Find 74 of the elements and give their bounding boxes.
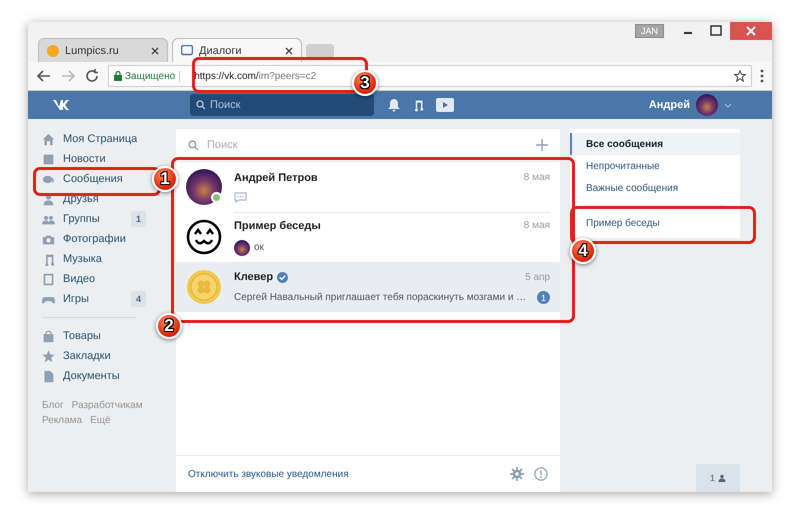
camera-icon bbox=[42, 232, 55, 246]
sidebar-item[interactable]: Закладки bbox=[42, 349, 146, 363]
person-icon bbox=[718, 474, 726, 482]
lock-icon bbox=[114, 71, 122, 81]
video-play-icon[interactable] bbox=[436, 98, 454, 112]
music-note-icon[interactable] bbox=[412, 98, 424, 112]
mute-sounds-link[interactable]: Отключить звуковые уведомления bbox=[188, 468, 500, 480]
chat-filter-item[interactable]: Пример беседы bbox=[570, 212, 740, 234]
dialog-name: Пример беседы bbox=[234, 220, 321, 232]
search-icon bbox=[188, 140, 199, 150]
chat-bubble-icon bbox=[234, 192, 247, 202]
sidebar-item[interactable]: Фотографии bbox=[42, 232, 146, 246]
star-icon bbox=[42, 350, 55, 362]
user-name[interactable]: Андрей bbox=[648, 99, 690, 111]
browser-tab[interactable]: Диалоги bbox=[172, 38, 302, 62]
header-search-field[interactable]: Поиск bbox=[190, 94, 374, 116]
tab-title: Lumpics.ru bbox=[65, 44, 120, 56]
smiley-avatar-icon bbox=[186, 219, 222, 255]
info-icon[interactable] bbox=[534, 467, 548, 481]
bag-icon bbox=[42, 330, 55, 342]
clover-coin-icon bbox=[186, 269, 222, 305]
unread-badge: 1 bbox=[537, 291, 550, 304]
sidebar-item[interactable]: Видео bbox=[42, 272, 146, 286]
close-tab-icon[interactable] bbox=[151, 46, 159, 54]
dialog-name: Андрей Петров bbox=[234, 172, 318, 184]
settings-icon[interactable] bbox=[510, 467, 524, 481]
plus-icon[interactable] bbox=[536, 139, 548, 151]
new-tab-button[interactable] bbox=[306, 44, 334, 58]
filter-item[interactable]: Непрочитанные bbox=[570, 155, 740, 177]
filter-item[interactable]: Важные сообщения bbox=[570, 177, 740, 199]
online-counter[interactable]: 1 bbox=[696, 464, 740, 492]
dialog-date: 8 мая bbox=[524, 220, 550, 231]
search-icon bbox=[196, 100, 206, 110]
dialog-date: 8 мая bbox=[524, 172, 550, 183]
close-tab-icon[interactable] bbox=[285, 46, 293, 54]
sidebar-item[interactable]: Моя Страница bbox=[42, 132, 146, 146]
home-icon bbox=[42, 132, 55, 146]
close-window-button[interactable] bbox=[730, 22, 772, 40]
secure-label: Защищено bbox=[114, 70, 180, 82]
sidebar-item[interactable]: Новости bbox=[42, 152, 146, 166]
reload-icon[interactable] bbox=[84, 68, 100, 84]
user-avatar[interactable] bbox=[696, 94, 718, 116]
dialog-name: Клевер bbox=[234, 271, 274, 283]
message-preview: Сергей Навальный приглашает тебя пораскинуть мозгами и … bbox=[234, 292, 526, 303]
back-arrow-icon[interactable] bbox=[36, 68, 52, 84]
search-input[interactable]: Поиск bbox=[210, 99, 330, 111]
sidebar-item[interactable]: Товары bbox=[42, 329, 146, 343]
sidebar-item[interactable]: Друзья bbox=[42, 192, 146, 206]
search-input[interactable]: Поиск bbox=[207, 139, 528, 151]
author-avatar bbox=[234, 240, 250, 256]
browser-tab[interactable]: Lumpics.ru bbox=[38, 38, 168, 62]
sidebar-item[interactable]: Сообщения bbox=[42, 172, 146, 186]
dialog-row[interactable]: Клевер 5 апр Сергей Навальный приглашает тебя пораскинуть мозгами и … 1 bbox=[176, 262, 560, 312]
menu-icon[interactable] bbox=[760, 69, 764, 83]
tab-title: Диалоги bbox=[199, 44, 243, 56]
sidebar-item[interactable]: Группы 1 bbox=[42, 212, 146, 226]
chat-favicon-icon bbox=[181, 44, 193, 56]
sidebar-item[interactable]: Игры 4 bbox=[42, 292, 146, 306]
filter-item[interactable]: Все сообщения bbox=[570, 133, 740, 155]
dialog-date: 5 апр bbox=[525, 272, 550, 282]
count-badge: 4 bbox=[130, 291, 146, 307]
close-icon bbox=[746, 26, 756, 36]
bookmark-star-icon[interactable] bbox=[734, 70, 746, 82]
count-badge: 1 bbox=[130, 211, 146, 227]
dialog-row[interactable]: Андрей Петров 8 мая bbox=[176, 162, 560, 212]
doc-icon bbox=[42, 370, 55, 382]
message-preview: ок bbox=[254, 242, 264, 253]
sidebar-item[interactable]: Документы bbox=[42, 369, 146, 383]
sidebar-item[interactable]: Музыка bbox=[42, 252, 146, 266]
url-text: https://vk.com/im?peers=c2 bbox=[193, 70, 318, 82]
bell-icon[interactable] bbox=[388, 98, 400, 112]
avatar-photo bbox=[186, 169, 222, 205]
caret-icon[interactable] bbox=[724, 102, 732, 108]
dialog-search-field[interactable]: Поиск bbox=[176, 129, 560, 162]
